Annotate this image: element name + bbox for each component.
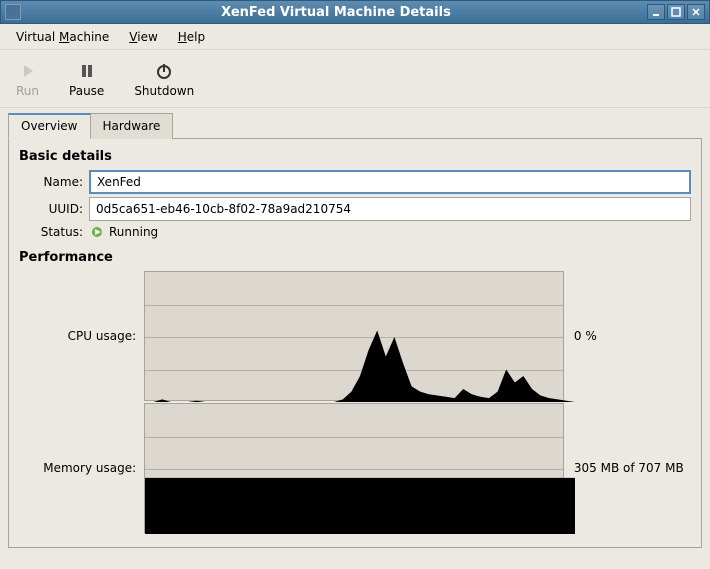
close-button[interactable] [687,4,705,20]
running-icon [89,224,105,240]
performance-heading: Performance [19,250,691,265]
uuid-row: UUID: [19,197,691,221]
mem-label: Memory usage: [19,461,136,475]
cpu-label: CPU usage: [19,329,136,343]
cpu-row: CPU usage: 0 % [19,271,691,401]
menubar: Virtual Machine View Help [0,24,710,50]
name-label: Name: [19,175,83,189]
overview-panel: Basic details Name: UUID: Status: Runnin… [8,138,702,548]
name-input[interactable] [89,170,691,194]
uuid-label: UUID: [19,202,83,216]
window-buttons [647,4,705,20]
mem-row: Memory usage: 305 MB of 707 MB [19,403,691,533]
uuid-input[interactable] [89,197,691,221]
name-row: Name: [19,170,691,194]
status-value: Running [109,225,158,239]
cpu-value: 0 % [574,329,691,343]
status-label: Status: [19,225,83,239]
mem-chart [144,403,564,533]
shutdown-label: Shutdown [134,84,194,98]
pause-label: Pause [69,84,104,98]
titlebar: XenFed Virtual Machine Details [0,0,710,24]
menu-virtual-machine[interactable]: Virtual Machine [8,27,117,47]
tab-overview[interactable]: Overview [8,113,91,139]
menu-view[interactable]: View [121,27,165,47]
tabs-header: Overview Hardware [8,112,702,138]
play-icon [17,60,39,82]
run-label: Run [16,84,39,98]
toolbar: Run Pause Shutdown [0,50,710,108]
cpu-chart [144,271,564,401]
menu-help[interactable]: Help [170,27,213,47]
minimize-button[interactable] [647,4,665,20]
content-area: Overview Hardware Basic details Name: UU… [0,108,710,556]
pause-icon [76,60,98,82]
window-title: XenFed Virtual Machine Details [25,5,647,20]
tab-hardware[interactable]: Hardware [90,113,174,139]
maximize-button[interactable] [667,4,685,20]
pause-button[interactable]: Pause [63,58,110,100]
app-icon [5,4,21,20]
mem-value: 305 MB of 707 MB [574,461,691,475]
basic-details-heading: Basic details [19,149,691,164]
status-row: Status: Running [19,224,691,240]
power-icon [153,60,175,82]
shutdown-button[interactable]: Shutdown [128,58,200,100]
run-button: Run [10,58,45,100]
